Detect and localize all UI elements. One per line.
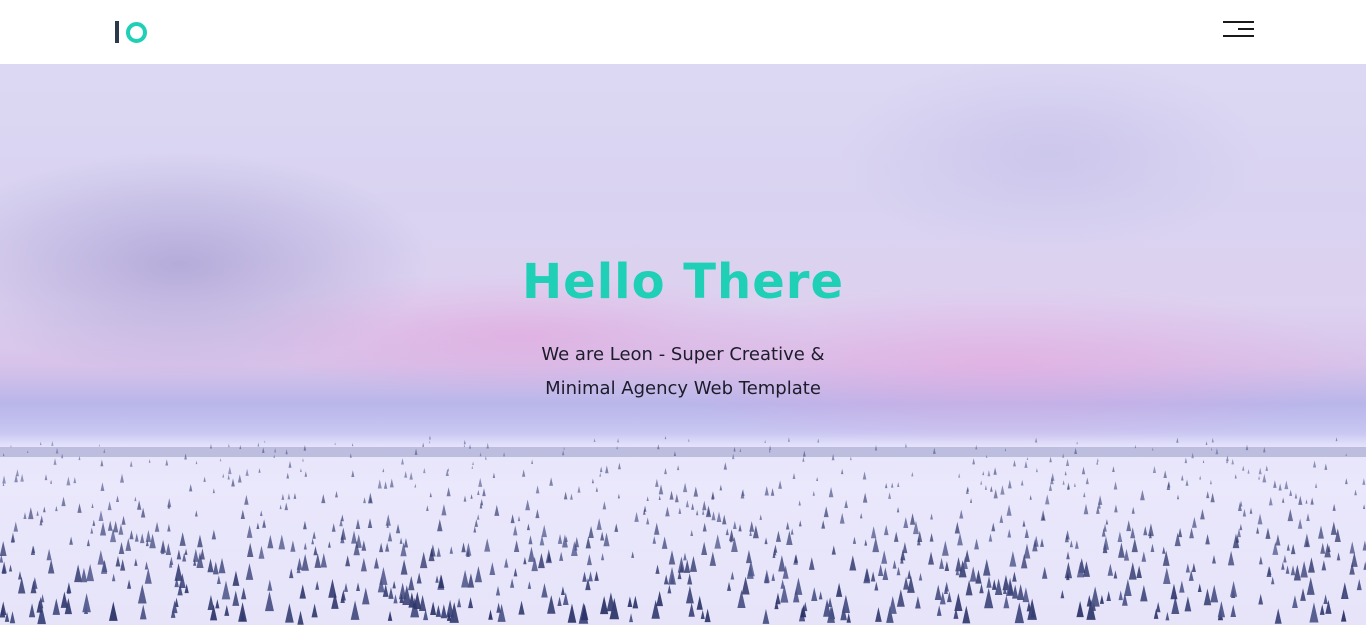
- hero-subtitle-line1: We are Leon - Super Creative &: [541, 344, 825, 365]
- logo-bar-mark: [115, 21, 119, 43]
- menu-line-top: [1223, 21, 1254, 23]
- site-logo[interactable]: [115, 19, 147, 45]
- top-navbar: [0, 0, 1366, 64]
- hero-content: Hello There We are Leon - Super Creative…: [0, 64, 1366, 625]
- menu-line-bottom: [1223, 35, 1254, 37]
- hero-section: Hello There We are Leon - Super Creative…: [0, 64, 1366, 625]
- hero-title: Hello There: [521, 254, 844, 310]
- hero-subtitle: We are Leon - Super Creative & Minimal A…: [483, 338, 883, 406]
- hamburger-menu-icon[interactable]: [1222, 20, 1254, 40]
- menu-line-middle: [1238, 28, 1254, 30]
- logo-ring-mark: [126, 21, 147, 43]
- hero-subtitle-line2: Minimal Agency Web Template: [545, 378, 821, 399]
